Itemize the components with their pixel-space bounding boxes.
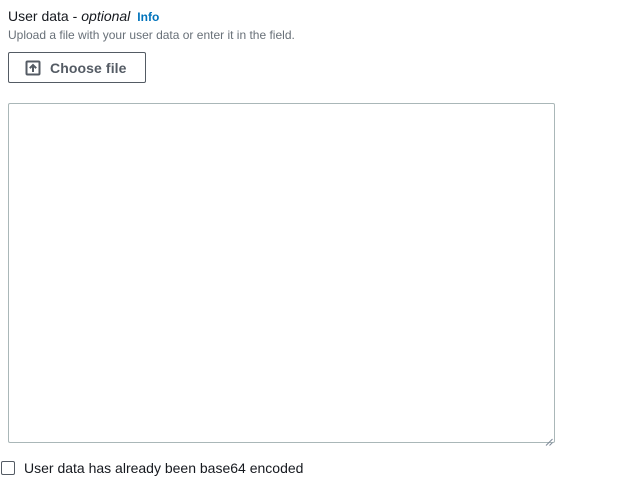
base64-checkbox[interactable] <box>1 461 15 475</box>
base64-checkbox-row: User data has already been base64 encode… <box>1 459 303 477</box>
choose-file-button[interactable]: Choose file <box>8 52 146 83</box>
resize-grip-icon[interactable] <box>545 433 553 446</box>
user-data-description: Upload a file with your user data or ent… <box>8 28 295 42</box>
base64-checkbox-label[interactable]: User data has already been base64 encode… <box>24 460 303 476</box>
user-data-label: User data - <box>8 8 78 24</box>
user-data-field: User data - optional Info Upload a file … <box>8 6 568 446</box>
upload-icon <box>25 60 41 76</box>
user-data-textarea[interactable] <box>8 103 555 443</box>
optional-label: optional <box>81 8 131 24</box>
info-link[interactable]: Info <box>137 7 159 27</box>
choose-file-label: Choose file <box>50 59 127 76</box>
user-data-label-row: User data - optional Info <box>8 6 568 26</box>
